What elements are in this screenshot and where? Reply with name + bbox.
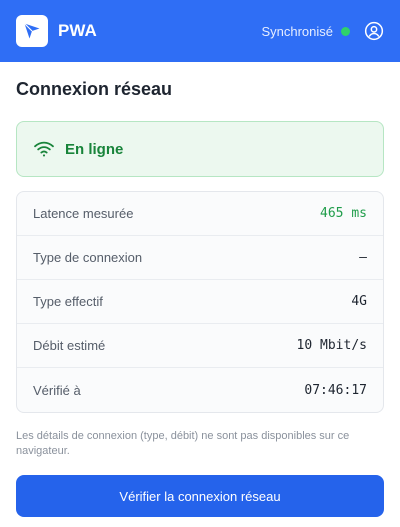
connection-details: Latence mesurée 465 ms Type de connexion… <box>16 191 384 413</box>
network-panel: Connexion réseau En ligne Latence mesuré… <box>0 62 400 527</box>
effective-type-label: Type effectif <box>33 294 103 309</box>
user-circle-icon <box>364 21 384 41</box>
app-name: PWA <box>58 21 97 40</box>
page-title: Connexion réseau <box>16 79 173 99</box>
sync-status-dot-icon <box>341 26 350 36</box>
account-button[interactable] <box>364 21 384 41</box>
checked-at-label: Vérifié à <box>33 382 81 398</box>
details-unavailable-note: Les détails de connexion (type, débit) n… <box>16 430 350 457</box>
detail-row-connection-type: Type de connexion — <box>17 236 383 280</box>
send-arrow-icon <box>24 23 40 39</box>
connection-type-value: — <box>359 250 367 265</box>
latency-value: 465 ms <box>320 206 367 221</box>
detail-row-downlink: Débit estimé 10 Mbit/s <box>17 324 383 368</box>
sync-status-label: Synchronisé <box>261 23 333 39</box>
detail-row-effective-type: Type effectif 4G <box>17 280 383 324</box>
check-connection-button[interactable]: Vérifier la connexion réseau <box>16 475 384 517</box>
downlink-value: 10 Mbit/s <box>296 338 367 353</box>
effective-type-value: 4G <box>351 294 367 309</box>
connection-status-text: En ligne <box>65 140 124 158</box>
connection-type-label: Type de connexion <box>33 250 143 265</box>
latency-label: Latence mesurée <box>33 206 134 221</box>
sync-status: Synchronisé <box>261 24 350 39</box>
app-logo[interactable] <box>16 15 48 47</box>
downlink-label: Débit estimé <box>33 338 106 353</box>
app-header: PWA Synchronisé <box>0 0 400 62</box>
detail-row-checked-at: Vérifié à 07:46:17 <box>17 368 383 412</box>
detail-row-latency: Latence mesurée 465 ms <box>17 192 383 236</box>
wifi-icon <box>34 141 54 157</box>
checked-at-value: 07:46:17 <box>304 382 367 398</box>
connection-status-card: En ligne <box>16 121 384 177</box>
